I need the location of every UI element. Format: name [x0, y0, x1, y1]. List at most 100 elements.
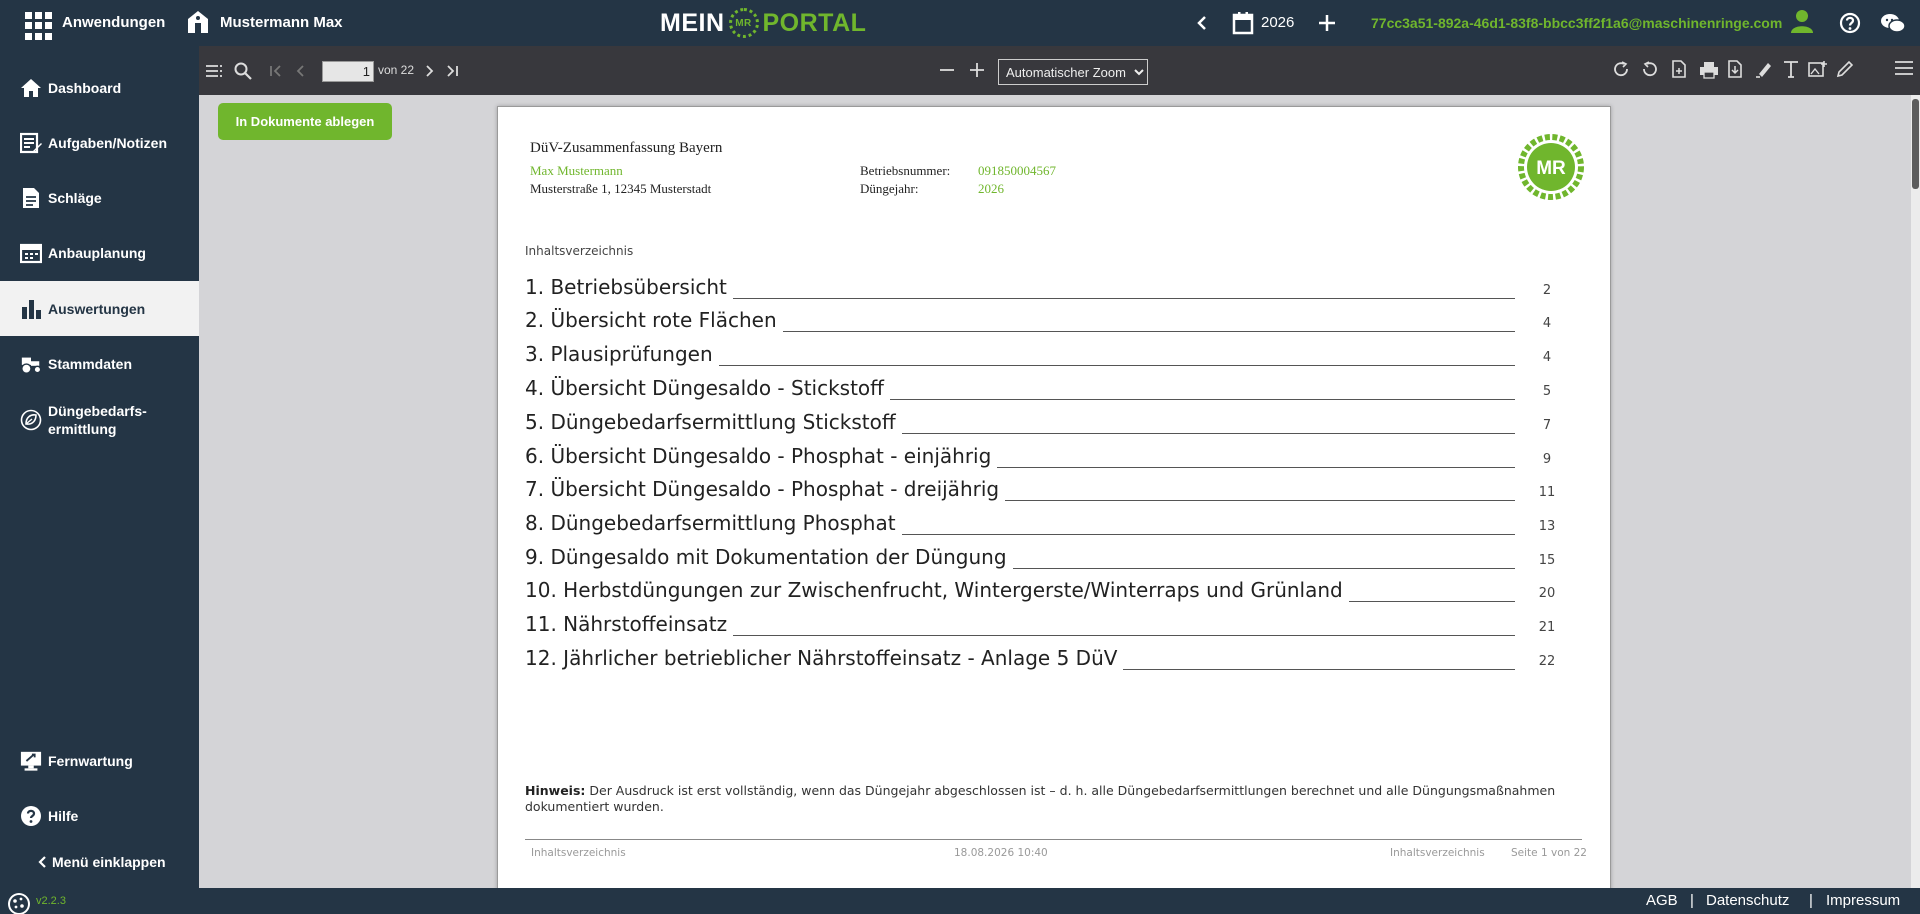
mein-mr-portal-logo[interactable]: MEIN MR PORTAL [660, 7, 866, 39]
sidebar-item-label: Anbauplanung [48, 244, 146, 261]
sidebar-item-stammdaten[interactable]: Stammdaten [0, 336, 199, 391]
toc-entry[interactable]: 2. Übersicht rote Flächen 4 [525, 308, 1575, 334]
year-selector[interactable]: 2026 [1261, 14, 1294, 31]
toc-entry-title: 12. Jährlicher betrieblicher Nährstoffei… [525, 646, 1124, 670]
plus-icon[interactable] [1318, 14, 1336, 32]
zoom-select[interactable]: Automatischer Zoom [998, 59, 1148, 85]
toc-entry-title: 8. Düngebedarfsermittlung Phosphat [525, 511, 902, 535]
farmer-address: Musterstraße 1, 12345 Musterstadt [530, 181, 712, 196]
rotate-clockwise-icon[interactable] [1612, 60, 1630, 78]
footer-separator: | [1690, 892, 1694, 909]
calendar-icon[interactable] [1232, 11, 1254, 35]
toc-entry-page: 20 [1538, 586, 1556, 601]
pdf-viewer: In Dokumente ablegen DüV-Zusammenfassung… [199, 95, 1920, 888]
download-icon[interactable] [1727, 60, 1743, 78]
sidebar-toggle-icon[interactable] [205, 64, 223, 78]
notes-icon [20, 132, 42, 154]
sidebar-item-label-line2: ermittlung [48, 420, 117, 437]
sidebar-item-label: Hilfe [48, 807, 79, 824]
apps-grid-icon[interactable] [25, 12, 53, 40]
user-account-icon[interactable] [1791, 9, 1813, 33]
pdf-page: DüV-Zusammenfassung Bayern Max Musterman… [497, 106, 1611, 888]
apps-label[interactable]: Anwendungen [62, 14, 165, 31]
toc-entry[interactable]: 3. Plausiprüfungen 4 [525, 342, 1575, 368]
account-email[interactable]: 77cc3a51-892a-46d1-83f8-bbcc3ff2f1a6@mas… [1371, 15, 1782, 31]
document-icon [20, 187, 42, 209]
search-icon[interactable] [234, 62, 252, 80]
toc-entry-page: 2 [1542, 283, 1552, 298]
toc-entry-title: 10. Herbstdüngungen zur Zwischenfrucht, … [525, 578, 1349, 602]
zoom-in-icon[interactable] [970, 63, 984, 77]
document-title: DüV-Zusammenfassung Bayern [530, 140, 723, 156]
chat-icon[interactable] [1880, 12, 1906, 34]
footer-page-number: Seite 1 von 22 [1511, 847, 1587, 859]
zoom-out-icon[interactable] [940, 68, 954, 72]
sidebar-item-label: Dashboard [48, 79, 122, 96]
bottom-bar: v2.2.3 AGB | Datenschutz | Impressum [0, 888, 1920, 914]
toc-entry[interactable]: 12. Jährlicher betrieblicher Nährstoffei… [525, 646, 1575, 672]
sidebar-item-hilfe[interactable]: Hilfe [0, 788, 199, 843]
toc-entry[interactable]: 6. Übersicht Düngesaldo - Phosphat - ein… [525, 444, 1575, 470]
sidebar-item-label-line1: Düngebedarfs- [48, 402, 147, 419]
fertilizer-year: 2026 [978, 181, 1004, 196]
sidebar-item-schlaege[interactable]: Schläge [0, 170, 199, 225]
sidebar-item-anbauplanung[interactable]: Anbauplanung [0, 225, 199, 280]
toc-entry-title: 9. Düngesaldo mit Dokumentation der Düng… [525, 545, 1013, 569]
toc-entry[interactable]: 8. Düngebedarfsermittlung Phosphat 13 [525, 511, 1575, 537]
toc-entry[interactable]: 11. Nährstoffeinsatz 21 [525, 612, 1575, 638]
user-name[interactable]: Mustermann Max [220, 14, 343, 31]
text-tool-icon[interactable] [1783, 60, 1799, 78]
mr-logo-badge: MR [1518, 134, 1584, 200]
highlight-icon[interactable] [1755, 60, 1773, 78]
datenschutz-link[interactable]: Datenschutz [1706, 892, 1789, 909]
toc-entry[interactable]: 7. Übersicht Düngesaldo - Phosphat - dre… [525, 477, 1575, 503]
cookie-settings-icon[interactable] [6, 891, 32, 914]
impressum-link[interactable]: Impressum [1826, 892, 1900, 909]
open-file-icon[interactable] [1671, 60, 1687, 78]
rotate-counterclockwise-icon[interactable] [1641, 60, 1659, 78]
sidebar-item-fernwartung[interactable]: Fernwartung [0, 733, 199, 788]
toc-entry-page: 4 [1542, 350, 1552, 365]
toc-entry[interactable]: 10. Herbstdüngungen zur Zwischenfrucht, … [525, 578, 1575, 604]
vertical-scrollbar[interactable] [1911, 95, 1920, 888]
farm-house-icon[interactable] [187, 10, 209, 34]
remote-icon [20, 750, 42, 772]
first-page-icon[interactable] [269, 65, 283, 77]
year-label: Düngejahr: [860, 181, 919, 196]
footer-section-left: Inhaltsverzeichnis [531, 847, 626, 859]
sidebar-item-aufgaben-notizen[interactable]: Aufgaben/Notizen [0, 115, 199, 170]
footer-section-right: Inhaltsverzeichnis [1390, 847, 1485, 859]
sidebar-item-label: Düngebedarfs-ermittlung [48, 402, 147, 438]
sidebar: Dashboard Aufgaben/Notizen Schläge Anbau… [0, 46, 199, 888]
toc-entry[interactable]: 5. Düngebedarfsermittlung Stickstoff 7 [525, 410, 1575, 436]
draw-icon[interactable] [1836, 60, 1854, 78]
previous-page-icon[interactable] [296, 65, 306, 77]
sidebar-item-duengebedarfsermittlung[interactable]: Düngebedarfs-ermittlung [0, 392, 199, 447]
toc-entry[interactable]: 4. Übersicht Düngesaldo - Stickstoff 5 [525, 376, 1575, 402]
bar-chart-icon [20, 298, 42, 320]
top-bar: Anwendungen Mustermann Max MEIN MR PORTA… [0, 0, 1920, 46]
chevron-left-icon[interactable] [1196, 15, 1208, 31]
page-count-label: von 22 [378, 63, 415, 77]
print-icon[interactable] [1699, 61, 1719, 79]
scrollbar-thumb[interactable] [1912, 99, 1919, 189]
logo-text-left: MEIN [660, 8, 725, 37]
sidebar-item-dashboard[interactable]: Dashboard [0, 60, 199, 115]
toc-entry[interactable]: 1. Betriebsübersicht 2 [525, 275, 1575, 301]
next-page-icon[interactable] [424, 65, 434, 77]
app-version: v2.2.3 [36, 895, 66, 907]
help-circle-icon[interactable] [1839, 12, 1861, 34]
image-tool-icon[interactable] [1808, 60, 1828, 78]
tools-menu-icon[interactable] [1894, 59, 1914, 77]
collapse-menu-button[interactable]: Menü einklappen [36, 854, 166, 870]
page-number-input[interactable] [322, 61, 374, 82]
sidebar-item-auswertungen[interactable]: Auswertungen [0, 281, 199, 336]
agb-link[interactable]: AGB [1646, 892, 1678, 909]
save-to-documents-button[interactable]: In Dokumente ablegen [218, 103, 392, 140]
toc-entry-page: 15 [1538, 553, 1556, 568]
toc-entry[interactable]: 9. Düngesaldo mit Dokumentation der Düng… [525, 545, 1575, 571]
last-page-icon[interactable] [445, 65, 459, 77]
farmer-name: Max Mustermann [530, 163, 623, 178]
toc-entry-title: 2. Übersicht rote Flächen [525, 308, 783, 332]
chevron-left-icon [38, 856, 46, 868]
